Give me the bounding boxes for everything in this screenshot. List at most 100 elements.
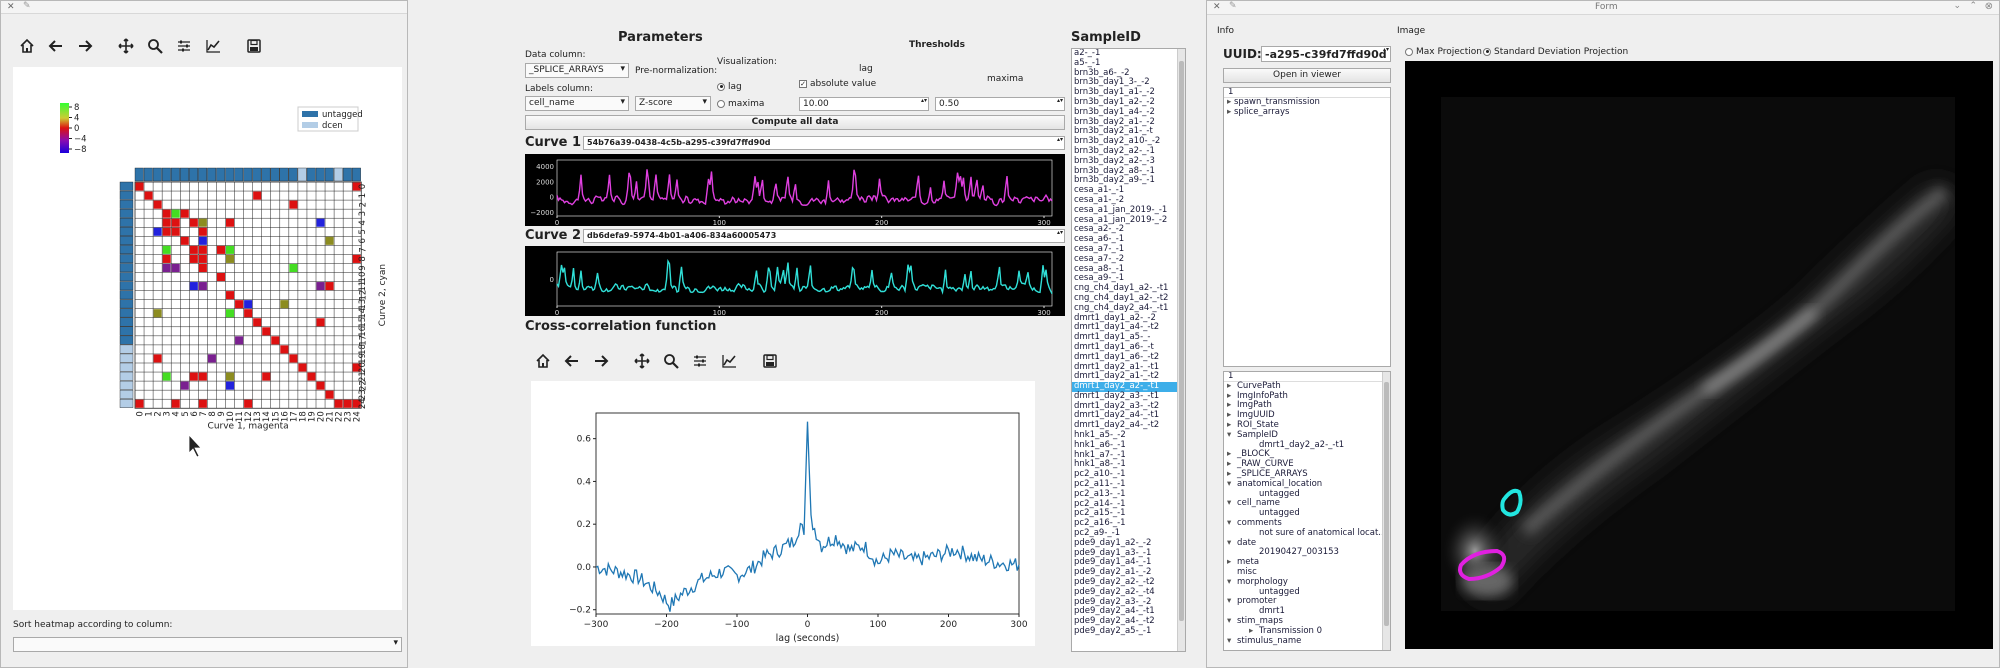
configure-icon[interactable]: [175, 37, 193, 55]
home-icon[interactable]: [534, 352, 552, 370]
save-icon[interactable]: [761, 352, 779, 370]
image-view[interactable]: [1405, 61, 1993, 649]
tree2-item-label: untagged: [1259, 586, 1300, 597]
tree2-item-label: not sure of anatomical locat...: [1259, 527, 1387, 538]
expand-arrow-icon[interactable]: ▸: [1224, 107, 1234, 118]
expand-arrow-icon[interactable]: ▾: [1227, 479, 1237, 490]
tree2-scroll-thumb[interactable]: [1384, 382, 1389, 626]
home-icon[interactable]: [18, 37, 36, 55]
sample-list-item[interactable]: pde9_day2_a5-_-1: [1072, 626, 1185, 637]
expand-arrow-icon[interactable]: ▾: [1227, 518, 1237, 529]
top-label-cell: [198, 167, 208, 182]
maxima-radio[interactable]: maxima: [717, 99, 764, 109]
left-label-cell: [119, 326, 134, 336]
heatmap-cell: [180, 236, 189, 245]
y-tick-label: 0: [550, 194, 554, 202]
microscopy-image: [1405, 61, 1993, 649]
tree2-scrollbar[interactable]: [1382, 372, 1390, 650]
top-label-cell: [315, 167, 325, 182]
pan-icon[interactable]: [633, 352, 651, 370]
tree2-item[interactable]: ▾ morphology: [1224, 577, 1390, 588]
heatmap-cell: [162, 218, 171, 227]
tree2-item[interactable]: ▾ cell_name: [1224, 498, 1390, 509]
minimize-icon[interactable]: ⌄: [1953, 1, 1961, 11]
max-projection-radio[interactable]: Max Projection: [1405, 47, 1482, 57]
sample-list-scrollbar[interactable]: [1177, 49, 1185, 651]
tree2-item-label: _BLOCK_: [1237, 449, 1274, 460]
tree2-item-label: _SPLICE_ARRAYS: [1237, 468, 1308, 479]
tree1-item[interactable]: ▸ splice_arrays: [1224, 107, 1390, 118]
x-tick-label: 100: [869, 620, 886, 630]
top-label-cell: [161, 167, 171, 182]
tree2-item[interactable]: ▾ anatomical_location: [1224, 479, 1390, 490]
configure-icon[interactable]: [691, 352, 709, 370]
tree-view-2[interactable]: 1 ▸ CurvePath ▸ ImgInfoPath ▸ ImgPath ▸ ImgUUID…: [1223, 371, 1391, 651]
pan-icon[interactable]: [117, 37, 135, 55]
heatmap-cell: [226, 245, 235, 254]
heatmap-cell: [171, 218, 180, 227]
lag-threshold-spinbox[interactable]: 10.00: [799, 97, 929, 111]
heatmap-cell: [207, 354, 216, 363]
pin-icon[interactable]: ✎: [1229, 1, 1237, 11]
expand-arrow-icon[interactable]: ▾: [1227, 616, 1237, 627]
left-label-cell: [119, 272, 134, 282]
expand-arrow-icon[interactable]: ▾: [1227, 430, 1237, 441]
tree2-item-label: untagged: [1259, 488, 1300, 499]
tree2-item-label: comments: [1237, 517, 1282, 528]
prenorm-combo[interactable]: Z-score: [635, 96, 711, 111]
zoom-icon[interactable]: [146, 37, 164, 55]
heatmap-cell: [325, 282, 334, 291]
save-icon[interactable]: [245, 37, 263, 55]
tree2-items: ▸ CurvePath ▸ ImgInfoPath ▸ ImgPath ▸ ImgUUID ▸ R…: [1224, 381, 1390, 647]
curve2-uuid-field[interactable]: db6defa9-5974-4b01-a406-834a60005473: [583, 229, 1065, 243]
left-label-cell: [119, 317, 134, 327]
pin-icon[interactable]: ✎: [23, 1, 31, 11]
lag-radio[interactable]: lag: [717, 82, 742, 92]
maxima-threshold-spinbox[interactable]: 0.50: [935, 97, 1065, 111]
uuid-field[interactable]: -a295-c39fd7ffd90d: [1261, 46, 1391, 62]
expand-arrow-icon[interactable]: ▾: [1227, 538, 1237, 549]
open-in-viewer-button[interactable]: Open in viewer: [1223, 68, 1391, 83]
y-tick-label: 2: [358, 202, 368, 207]
top-label-cell: [279, 167, 289, 182]
top-label-cell: [180, 167, 189, 182]
zoom-icon[interactable]: [662, 352, 680, 370]
back-icon[interactable]: [563, 352, 581, 370]
absolute-value-checkbox[interactable]: ✓ absolute value: [799, 79, 876, 89]
expand-arrow-icon[interactable]: ▾: [1227, 499, 1237, 509]
forward-icon[interactable]: [592, 352, 610, 370]
heatmap-canvas[interactable]: 8 4 0 −4 −8 untagged dcen 0 0 1 1 2 2 3 3 4 4 5 5 6 6 7 7 8 8 9 9 1…: [13, 67, 402, 610]
curve1-uuid-field[interactable]: 54b76a39-0438-4c5b-a295-c39fd7ffd90d: [583, 136, 1065, 150]
expand-arrow-icon[interactable]: ▾: [1227, 597, 1237, 607]
lag-radio-dot: [717, 82, 725, 91]
labels-column-combo[interactable]: cell_name: [525, 96, 629, 111]
form-titlebar: ✕ ✎ Form ⌄ ⌃ ⊗: [1207, 1, 1999, 15]
tree2-item-label: dmrt1_day2_a2-_-t1: [1259, 439, 1345, 450]
std-projection-radio[interactable]: Standard Deviation Projection: [1483, 47, 1628, 57]
tree2-item[interactable]: ▾ promoter: [1224, 596, 1390, 607]
back-icon[interactable]: [47, 37, 65, 55]
left-label-cell: [119, 308, 134, 318]
left-label-cell: [119, 181, 134, 191]
x-tick-label: 300: [1037, 219, 1050, 226]
xcorr-canvas[interactable]: −300 −200 −100 0 100 200 300 0.6 0.4 0.2 0.0 −0.2 la…: [531, 381, 1035, 646]
expand-arrow-icon[interactable]: ▾: [1227, 577, 1237, 588]
sort-combo[interactable]: [13, 637, 402, 652]
data-column-combo[interactable]: _SPLICE_ARRAYS: [525, 63, 629, 78]
edit-axis-icon[interactable]: [204, 37, 222, 55]
sample-list[interactable]: a2-_-1 a5-_-1 brn3b_a6-_-2 brn3b_day1_3-_-2…: [1071, 48, 1186, 652]
tree2-item-label: stim_maps: [1237, 615, 1283, 626]
y-tick-label: 6: [358, 238, 368, 243]
edit-axis-icon[interactable]: [720, 352, 738, 370]
forward-icon[interactable]: [76, 37, 94, 55]
expand-arrow-icon[interactable]: ▾: [1227, 636, 1237, 647]
compute-all-button[interactable]: Compute all data: [525, 115, 1065, 130]
scroll-thumb[interactable]: [1179, 61, 1184, 621]
heatmap-cell: [180, 209, 189, 218]
close-icon[interactable]: ⊗: [1985, 1, 1993, 12]
labels-column-label: Labels column:: [525, 84, 593, 94]
tree-view-1[interactable]: 1 ▸ spawn_transmission ▸ splice_arrays: [1223, 87, 1391, 367]
tree2-item[interactable]: ▾ stimulus_name: [1224, 636, 1390, 647]
maximize-icon[interactable]: ⌃: [1969, 1, 1977, 11]
expand-arrow-icon[interactable]: ▸: [1227, 557, 1237, 568]
